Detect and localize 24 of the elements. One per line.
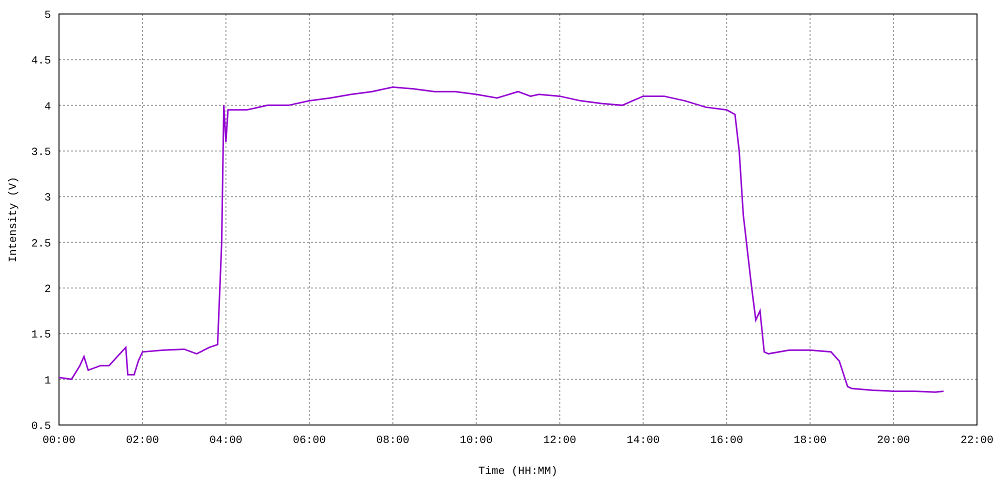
x-tick-label: 12:00: [543, 435, 576, 447]
x-tick-label: 22:00: [960, 435, 994, 447]
y-tick-label: 2: [44, 284, 51, 296]
x-tick-label: 02:00: [126, 435, 159, 447]
y-tick-label: 3: [44, 192, 51, 205]
x-tick-label: 00:00: [42, 435, 76, 447]
y-tick-label: 0.5: [31, 421, 51, 433]
y-tick-label: 4.5: [31, 56, 51, 68]
x-tick-label: 14:00: [626, 435, 660, 447]
y-tick-label: 1: [44, 375, 51, 388]
x-tick-label: 08:00: [376, 435, 410, 447]
y-tick-label: 5: [44, 10, 51, 22]
y-tick-label: 2.5: [31, 238, 51, 250]
y-tick-label: 1.5: [31, 330, 51, 342]
x-tick-label: 16:00: [710, 435, 744, 447]
x-axis-title: Time (HH:MM): [478, 466, 558, 478]
x-tick-label: 20:00: [877, 435, 910, 447]
y-tick-label: 4: [44, 101, 51, 114]
x-tick-label: 10:00: [460, 435, 493, 447]
x-tick-label: 04:00: [209, 435, 242, 447]
x-tick-label: 06:00: [292, 435, 326, 447]
x-tick-label: 18:00: [794, 435, 827, 447]
y-tick-label: 3.5: [31, 147, 51, 159]
y-axis-title: Intensity (V): [8, 176, 20, 262]
